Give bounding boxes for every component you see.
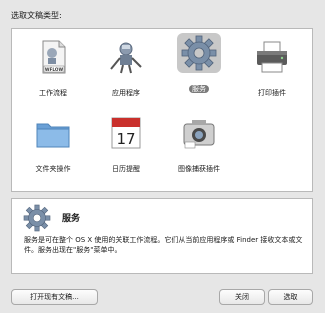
type-label: 日历提醒: [112, 165, 140, 173]
close-button[interactable]: 关闭: [219, 289, 265, 305]
type-folder-action[interactable]: 文件夹操作: [22, 113, 84, 181]
type-workflow[interactable]: WFLOW 工作流程: [22, 37, 84, 105]
type-label: 打印插件: [258, 89, 286, 97]
application-robot-icon: [110, 42, 142, 74]
svg-text:WFLOW: WFLOW: [45, 67, 64, 72]
type-calendar-alarm[interactable]: 17 日历提醒: [95, 113, 157, 181]
type-image-capture-plugin[interactable]: 图像捕获插件: [168, 113, 230, 181]
type-label: 文件夹操作: [35, 165, 71, 173]
folder-icon: [36, 123, 70, 148]
type-label: 应用程序: [112, 89, 140, 97]
type-label: 图像捕获插件: [178, 165, 220, 173]
type-print-plugin[interactable]: 打印插件: [241, 37, 303, 105]
camera-icon: [183, 120, 215, 149]
description-title: 服务: [62, 214, 81, 224]
description-panel: 服务 服务是可在整个 OS X 使用的关联工作流程。它们从当前应用程序或 Fin…: [11, 198, 313, 274]
type-application[interactable]: 应用程序: [95, 37, 157, 105]
open-existing-document-button[interactable]: 打开现有文稿...: [11, 289, 98, 305]
calendar-icon: 17: [111, 117, 141, 149]
printer-icon: [257, 41, 287, 73]
type-label: 服务: [189, 85, 209, 93]
type-service[interactable]: 服务: [168, 33, 230, 101]
type-label: 工作流程: [39, 89, 67, 97]
description-text: 服务是可在整个 OS X 使用的关联工作流程。它们从当前应用程序或 Finder…: [24, 236, 303, 254]
choose-button[interactable]: 选取: [268, 289, 313, 305]
gear-icon: [23, 204, 51, 232]
gear-icon: [177, 33, 221, 73]
svg-text:17: 17: [116, 130, 135, 148]
workflow-document-icon: WFLOW: [42, 40, 66, 74]
document-type-grid: WFLOW 工作流程 应用程序 服务 打印插件 文件夹操作 17 日历提醒 图像…: [11, 28, 313, 192]
document-type-prompt: 选取文稿类型:: [11, 11, 62, 20]
